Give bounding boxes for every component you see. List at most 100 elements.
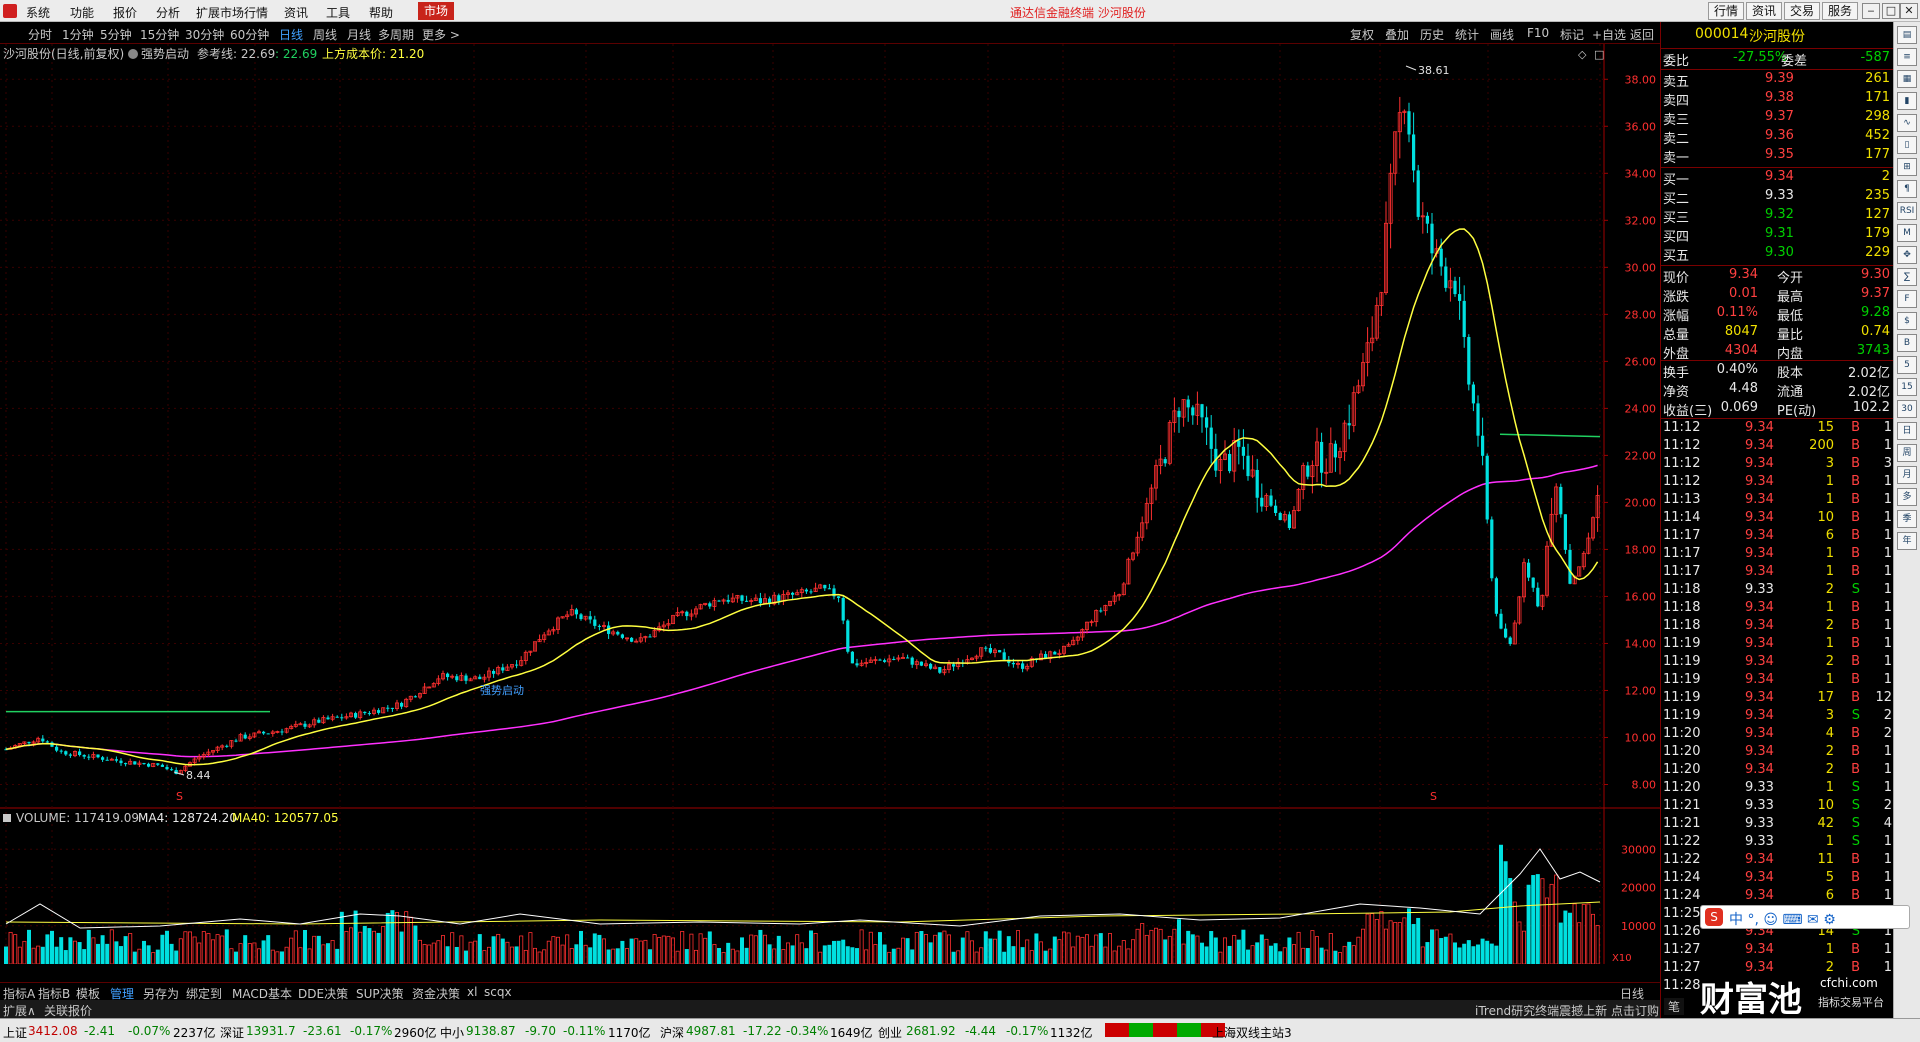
- tick-row: 11:12 9.34 1 B 1: [1661, 474, 1894, 492]
- tick-direction: B: [1851, 870, 1860, 885]
- close-icon[interactable]: ✕: [1900, 3, 1918, 19]
- tool-stats[interactable]: 统计: [1455, 26, 1479, 43]
- num-icon[interactable]: 5: [1897, 356, 1917, 374]
- dollar-icon[interactable]: $: [1897, 312, 1917, 330]
- tool-mark[interactable]: 标记: [1560, 26, 1584, 43]
- period-30min[interactable]: 30分钟: [185, 26, 224, 43]
- calc-icon[interactable]: ∑: [1897, 268, 1917, 286]
- ime-toolbar[interactable]: S 中 °, ☺ ⌨ ✉ ⚙: [1700, 905, 1910, 929]
- sogou-icon[interactable]: S: [1705, 908, 1723, 926]
- month-icon[interactable]: 月: [1897, 466, 1917, 484]
- period-monthly[interactable]: 月线: [347, 26, 371, 43]
- candle-body: [827, 588, 831, 590]
- tool-fuquan[interactable]: 复权: [1350, 26, 1374, 43]
- menu-tools[interactable]: 工具: [326, 4, 350, 21]
- menu-analysis[interactable]: 分析: [156, 4, 180, 21]
- app-logo-icon[interactable]: [3, 4, 17, 18]
- btn-info[interactable]: 资讯: [1746, 2, 1783, 20]
- btn-trade[interactable]: 交易: [1784, 2, 1821, 20]
- day-icon[interactable]: 日: [1897, 422, 1917, 440]
- macd-icon[interactable]: M: [1897, 224, 1917, 242]
- period-5min[interactable]: 5分钟: [100, 26, 132, 43]
- line-icon[interactable]: ∿: [1897, 114, 1917, 132]
- indicator-toggle-icon[interactable]: [128, 49, 138, 59]
- tool-add-fav[interactable]: +自选: [1592, 26, 1626, 43]
- menu-extended-market[interactable]: 扩展市场行情: [196, 4, 268, 21]
- tick-row: 11:18 9.34 2 B 1: [1661, 618, 1894, 636]
- tool-back[interactable]: 返回: [1630, 26, 1654, 43]
- tick-direction: B: [1851, 888, 1860, 903]
- server-name[interactable]: 上海双线主站3: [1212, 1024, 1292, 1041]
- expand-button[interactable]: 扩展∧: [3, 1002, 36, 1019]
- market-button[interactable]: 市场: [418, 2, 455, 20]
- btn-quotes[interactable]: 行情: [1708, 2, 1745, 20]
- tool-history[interactable]: 历史: [1420, 26, 1444, 43]
- btn-service[interactable]: 服务: [1822, 2, 1859, 20]
- menu-system[interactable]: 系统: [26, 4, 50, 21]
- idx-sh-name[interactable]: 上证: [3, 1024, 27, 1041]
- volume-bar: [26, 929, 31, 964]
- idx-sz-name[interactable]: 深证: [220, 1024, 244, 1041]
- b-icon[interactable]: B: [1897, 334, 1917, 352]
- period-fenshi[interactable]: 分时: [28, 26, 52, 43]
- period-daily[interactable]: 日线: [279, 26, 303, 43]
- year-icon[interactable]: 年: [1897, 532, 1917, 550]
- idx-hs-name[interactable]: 沪深: [660, 1024, 684, 1041]
- tick-price: 9.34: [1745, 762, 1774, 777]
- tool-overlay[interactable]: 叠加: [1385, 26, 1409, 43]
- volume-bar: [910, 949, 915, 964]
- bar-icon[interactable]: ▮: [1897, 92, 1917, 110]
- price-tick-label: 26.00: [1625, 355, 1657, 368]
- tool-draw[interactable]: 画线: [1490, 26, 1514, 43]
- table-icon[interactable]: ⊞: [1897, 158, 1917, 176]
- candle-icon[interactable]: ▯: [1897, 136, 1917, 154]
- period-15min[interactable]: 15分钟: [140, 26, 179, 43]
- tool-f10[interactable]: F10: [1527, 26, 1549, 40]
- num-icon[interactable]: 15: [1897, 378, 1917, 396]
- week-icon[interactable]: 周: [1897, 444, 1917, 462]
- idx-zx-pct: -0.11%: [563, 1024, 606, 1038]
- season-icon[interactable]: 季: [1897, 510, 1917, 528]
- idx-hs-value: 4987.81: [686, 1024, 736, 1038]
- volume-bar: [615, 948, 620, 964]
- chart-icon[interactable]: ▤: [1897, 26, 1917, 44]
- period-more[interactable]: 更多 >: [422, 26, 460, 43]
- tab-ticks[interactable]: 笔: [1664, 998, 1685, 1015]
- menu-function[interactable]: 功能: [70, 4, 94, 21]
- tab-scqx[interactable]: scqx: [484, 985, 512, 999]
- volume-menu-icon[interactable]: [3, 814, 11, 822]
- num-icon[interactable]: 30: [1897, 400, 1917, 418]
- list-icon[interactable]: ≡: [1897, 48, 1917, 66]
- period-1min[interactable]: 1分钟: [62, 26, 94, 43]
- tick-direction: B: [1851, 456, 1860, 471]
- period-multi[interactable]: 多周期: [378, 26, 414, 43]
- minimize-icon[interactable]: ‒: [1862, 3, 1880, 19]
- grid-icon[interactable]: ▦: [1897, 70, 1917, 88]
- period-weekly[interactable]: 周线: [313, 26, 337, 43]
- ask-price: 9.38: [1765, 90, 1794, 105]
- tick-time: 11:17: [1663, 528, 1701, 543]
- tab-xl[interactable]: xl: [467, 985, 477, 999]
- related-quote-button[interactable]: 关联报价: [44, 1002, 92, 1019]
- multi-icon[interactable]: 多: [1897, 488, 1917, 506]
- itrend-promo[interactable]: iTrend研究终端震撼上新 点击订购: [1475, 1002, 1659, 1019]
- ime-status[interactable]: 中 °, ☺ ⌨ ✉ ⚙: [1729, 909, 1836, 929]
- f10-icon[interactable]: F: [1897, 290, 1917, 308]
- maximize-icon[interactable]: □: [1882, 3, 1900, 19]
- idx-zx-name[interactable]: 中小: [440, 1024, 464, 1041]
- news-icon[interactable]: ¶: [1897, 180, 1917, 198]
- rsi-icon[interactable]: RSI: [1897, 202, 1917, 220]
- kline-chart[interactable]: 38.00 36.00 34.00 32.00 30.00 28.00 26.00 24.00…: [0, 44, 1660, 964]
- idx-cy-name[interactable]: 创业: [878, 1024, 902, 1041]
- weibi-value: -27.55%: [1733, 50, 1788, 65]
- volume-bar: [224, 929, 229, 964]
- move-icon[interactable]: ✥: [1897, 246, 1917, 264]
- tick-volume: 1: [1825, 942, 1834, 957]
- menu-news[interactable]: 资讯: [284, 4, 308, 21]
- period-60min[interactable]: 60分钟: [230, 26, 269, 43]
- menu-help[interactable]: 帮助: [369, 4, 393, 21]
- indicator-name[interactable]: 强势启动: [141, 47, 189, 61]
- bid-label: 买四: [1663, 230, 1690, 245]
- menu-quote[interactable]: 报价: [113, 4, 137, 21]
- logo-tag: 指标交易平台: [1818, 996, 1884, 1009]
